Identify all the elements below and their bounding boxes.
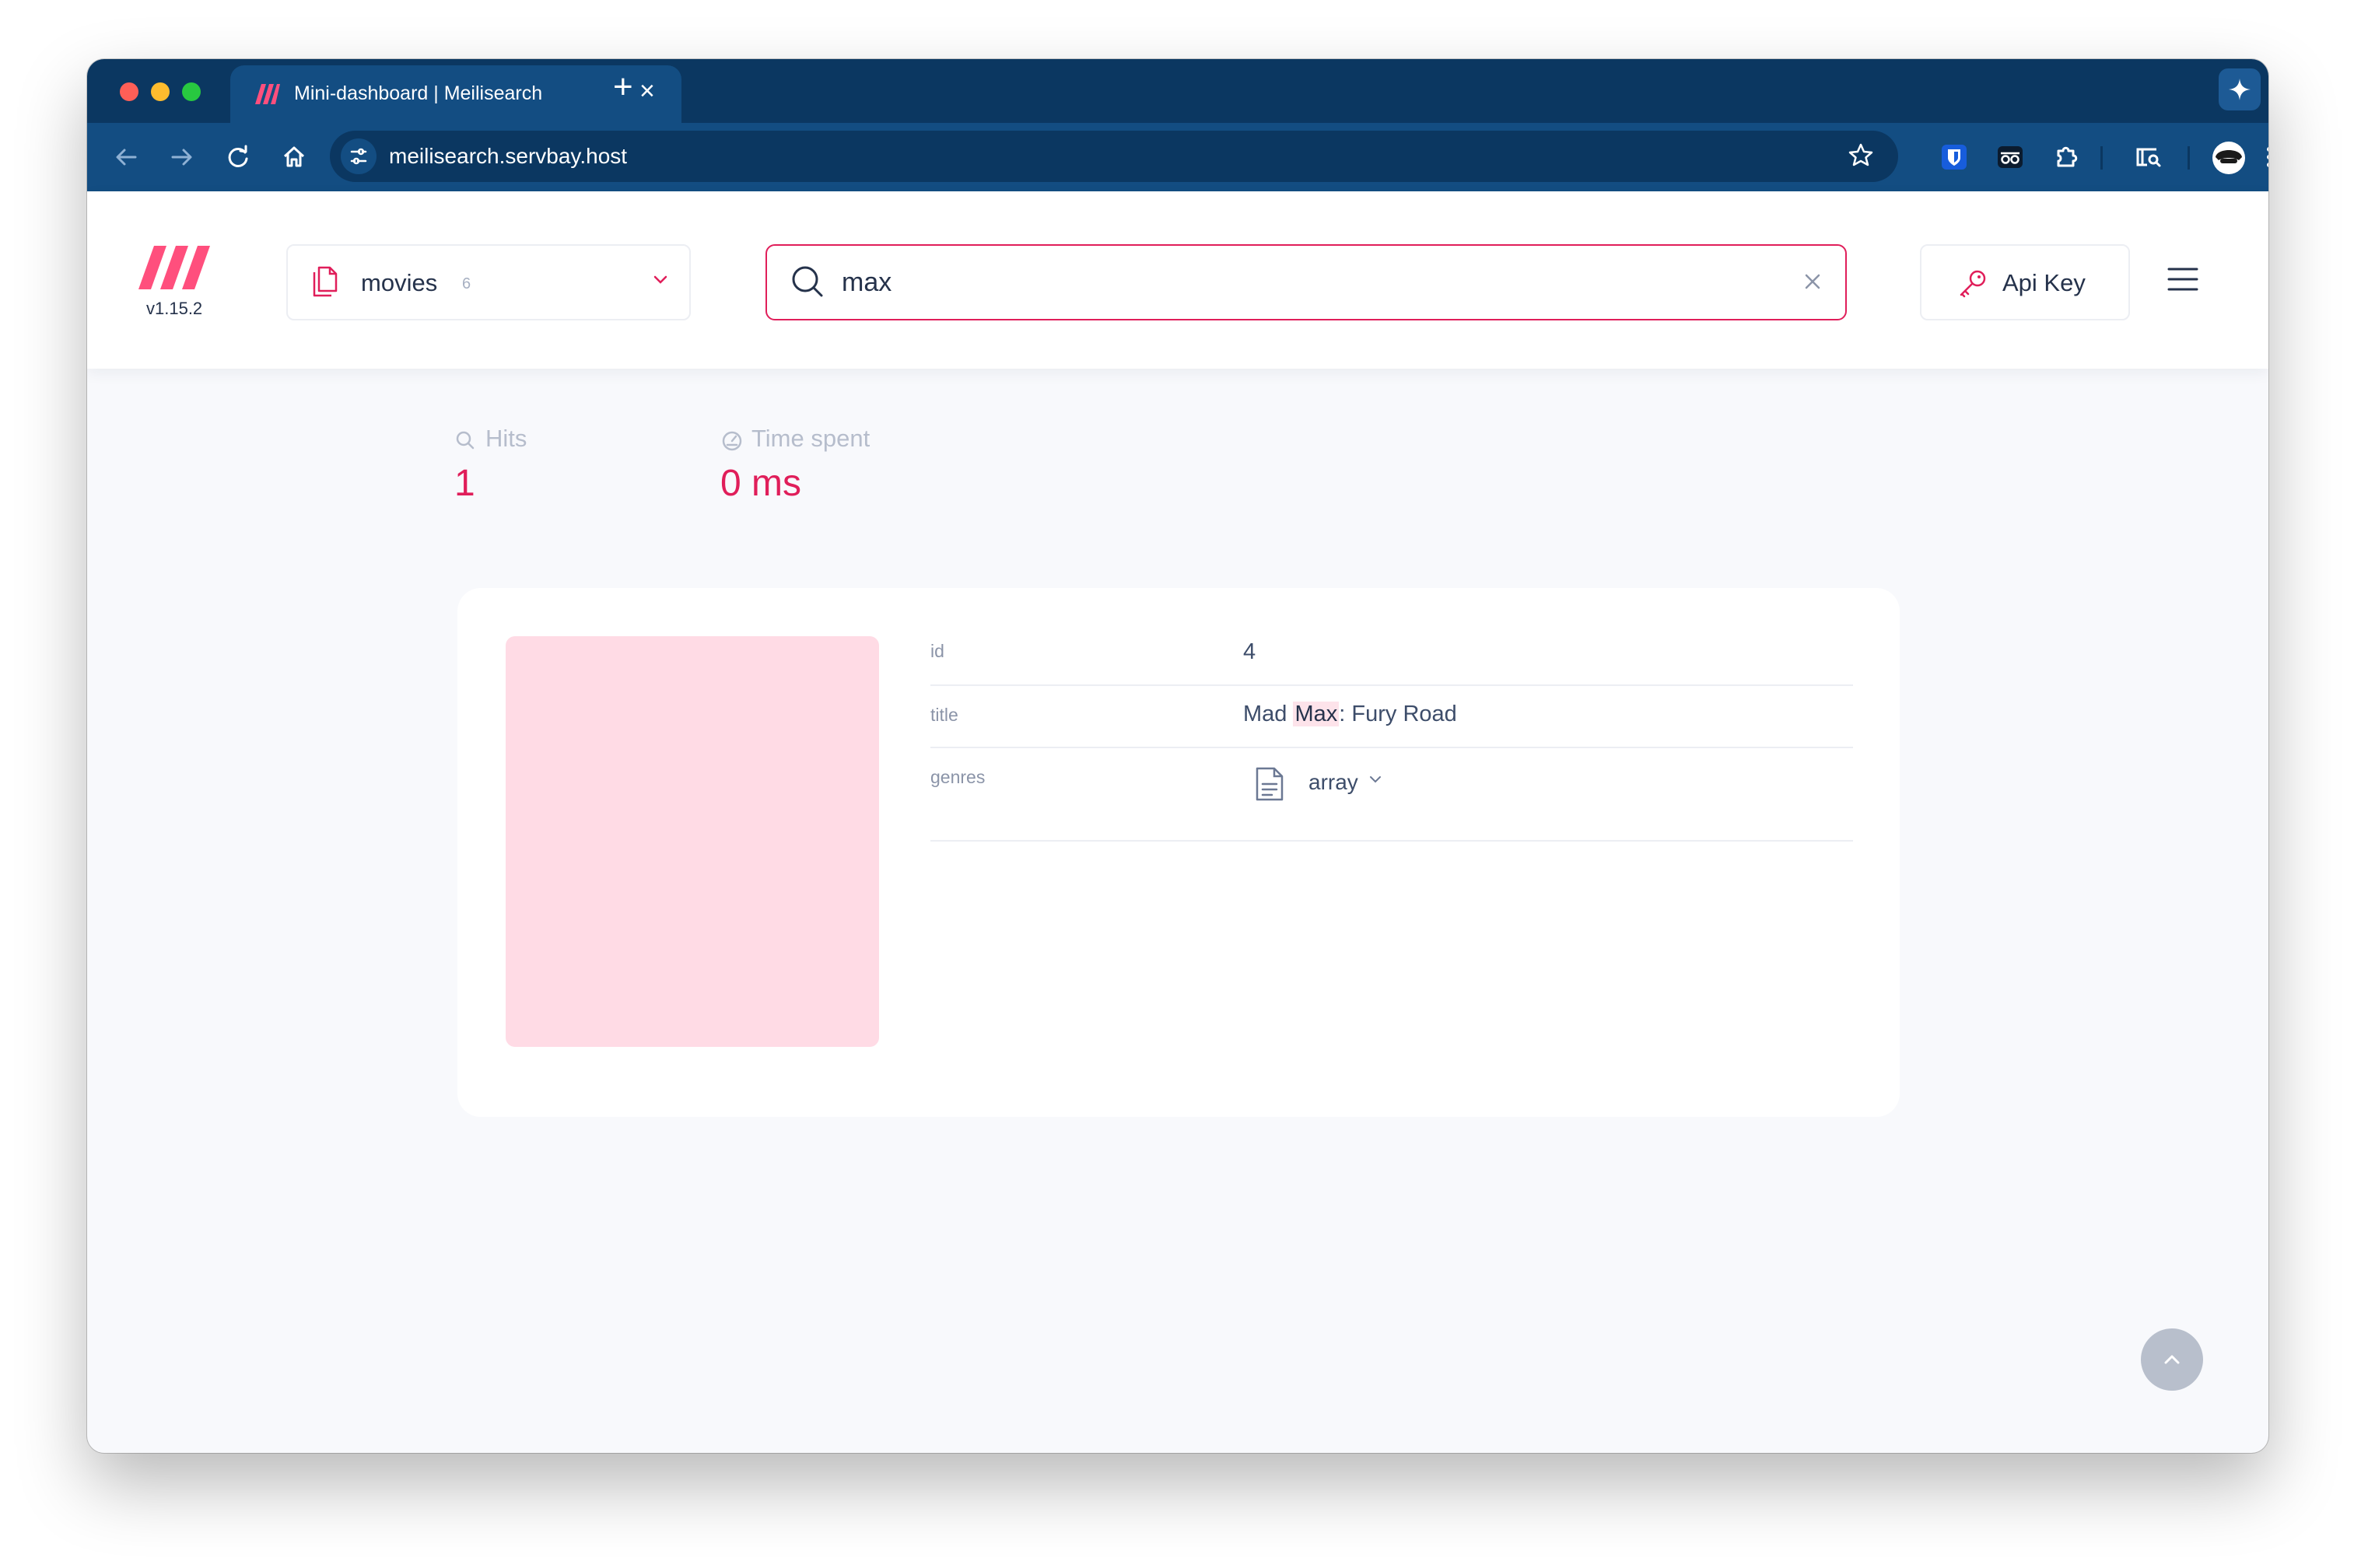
url-text: meilisearch.servbay.host [389,144,628,168]
bookmark-star-icon[interactable] [1845,140,1876,175]
chevron-down-icon [1368,775,1383,789]
home-icon[interactable] [277,140,311,178]
hits-stat: Hits 1 [454,425,641,518]
field-value: Mad Max: Fury Road [1243,702,1457,727]
incognito-extension-icon[interactable] [1993,140,2027,178]
side-panel-search-icon[interactable] [2132,140,2166,178]
back-arrow-icon[interactable] [109,140,143,178]
array-label: array [1308,770,1358,794]
index-name: movies [361,269,438,296]
app-header: v1.15.2 movies 6 Api Key [87,191,2268,369]
array-toggle[interactable]: array [1243,748,1445,818]
document-icon [1254,765,1285,807]
browser-menu-icon[interactable] [2264,140,2268,178]
tab-title: Mini-dashboard | Meilisearch [294,82,543,104]
index-selector[interactable]: movies 6 [286,244,691,320]
time-spent-stat: Time spent 0 ms [720,425,954,518]
meilisearch-logo-icon[interactable] [137,244,215,295]
title-prefix: Mad [1243,702,1294,726]
browser-toolbar: meilisearch.servbay.host [87,123,2268,191]
field-row-title: title Mad Max: Fury Road [930,686,1853,748]
scroll-to-top-button[interactable] [2141,1328,2203,1391]
address-bar[interactable]: meilisearch.servbay.host [330,131,1898,182]
index-documents-icon [305,264,339,304]
clear-search-icon[interactable] [1802,271,1823,296]
field-row-id: id 4 [930,636,1853,686]
result-card: id 4 title Mad Max: Fury Road genres arr… [457,588,1900,1117]
gemini-button[interactable] [2219,68,2261,110]
title-suffix: : Fury Road [1339,702,1457,726]
new-tab-button[interactable]: + [613,70,633,104]
version-label: v1.15.2 [146,299,203,318]
profile-avatar[interactable] [2211,140,2247,180]
forward-arrow-icon[interactable] [165,140,199,178]
hits-value: 1 [454,463,475,504]
search-highlight: Max [1293,702,1340,726]
minimize-window-button[interactable] [151,82,170,101]
hamburger-menu-icon[interactable] [2167,266,2198,296]
key-icon [1957,268,1988,303]
time-spent-label: Time spent [751,425,870,452]
result-fields: id 4 title Mad Max: Fury Road genres arr… [930,636,1853,842]
api-key-label: Api Key [2002,269,2086,296]
extensions-puzzle-icon[interactable] [2049,140,2083,178]
search-box[interactable] [765,244,1847,320]
toolbar-divider [2100,146,2103,170]
time-spent-value: 0 ms [720,463,802,504]
search-icon [454,429,476,455]
tab-bar: Mini-dashboard | Meilisearch × + [87,59,2268,123]
chevron-up-icon [2164,1355,2180,1364]
speedometer-icon [720,429,744,457]
bitwarden-extension-icon[interactable] [1937,140,1971,178]
reload-icon[interactable] [221,140,255,178]
field-row-genres: genres array [930,748,1853,842]
index-document-count: 6 [462,275,471,292]
field-key: genres [930,767,986,787]
sparkle-icon [2229,79,2251,100]
hits-label: Hits [485,425,527,452]
chevron-down-icon [652,274,669,290]
tab-close-icon[interactable]: × [639,78,655,104]
search-icon [789,263,826,304]
browser-window: Mini-dashboard | Meilisearch × + meilise… [87,59,2268,1453]
api-key-button[interactable]: Api Key [1920,244,2130,320]
toolbar-divider [2188,146,2190,170]
field-key: id [930,641,944,661]
site-settings-icon[interactable] [341,138,377,174]
meilisearch-favicon-icon [254,84,280,108]
close-window-button[interactable] [120,82,138,101]
field-key: title [930,705,958,725]
search-input[interactable] [842,268,1760,298]
field-value: 4 [1243,639,1256,664]
result-image-placeholder [506,636,879,1047]
zoom-window-button[interactable] [182,82,201,101]
